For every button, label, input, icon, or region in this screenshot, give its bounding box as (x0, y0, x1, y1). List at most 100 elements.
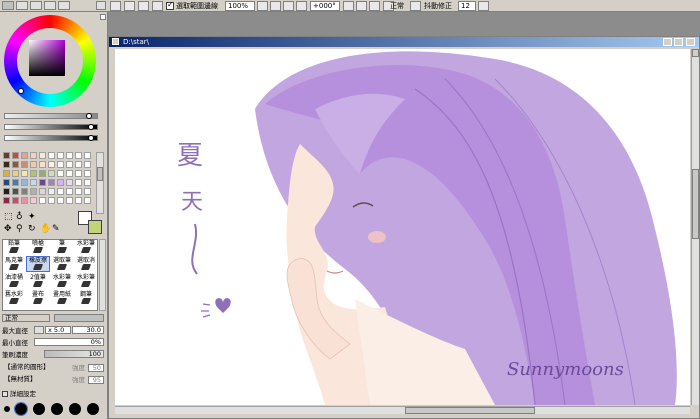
color-swatch[interactable] (48, 152, 55, 159)
undo-button[interactable] (110, 1, 121, 11)
eyedropper-icon[interactable]: ✎ (52, 224, 60, 234)
color-swatch[interactable] (84, 161, 91, 168)
horizontal-scroll-thumb[interactable] (405, 407, 535, 414)
color-swatch[interactable] (57, 179, 64, 186)
hand-icon[interactable]: ✋ (40, 224, 51, 234)
rotation-field[interactable]: +000° (310, 1, 340, 11)
color-swatch[interactable] (21, 152, 28, 159)
rotate-icon[interactable]: ↻ (28, 224, 36, 234)
detail-toggle[interactable] (2, 391, 8, 397)
color-swatch[interactable] (3, 197, 10, 204)
scratchpad-tab[interactable] (58, 1, 70, 10)
slider-1[interactable] (4, 113, 98, 119)
tool-button[interactable]: 筆 (51, 240, 73, 254)
color-swatch[interactable] (57, 170, 64, 177)
color-swatch[interactable] (84, 188, 91, 195)
tool-button[interactable]: 油漆桶 (3, 274, 25, 288)
color-swatch[interactable] (21, 161, 28, 168)
color-swatch[interactable] (3, 179, 10, 186)
mode-dropdown[interactable]: 正常 (2, 314, 50, 322)
horizontal-scrollbar[interactable] (115, 406, 690, 414)
color-swatch[interactable] (12, 170, 19, 177)
slider-3-knob[interactable] (88, 135, 94, 141)
stabilizer-field[interactable]: 12 (458, 1, 476, 11)
tool-button[interactable]: 噴槍 (27, 240, 49, 254)
tool-button[interactable]: 畫布 (27, 291, 49, 305)
canvas-title-bar[interactable]: D:\star\ (109, 37, 699, 47)
color-swatch[interactable] (3, 188, 10, 195)
artwork-canvas[interactable]: 夏 天 Sunnymoons (115, 49, 690, 405)
color-swatch[interactable] (3, 161, 10, 168)
color-swatch[interactable] (57, 188, 64, 195)
tool-button[interactable]: 舊水彩 (3, 291, 25, 305)
color-swatch[interactable] (57, 152, 64, 159)
slider-2-knob[interactable] (88, 124, 94, 130)
slider-2[interactable] (4, 124, 98, 130)
color-swatch[interactable] (12, 188, 19, 195)
shape-strength-field[interactable]: 50 (88, 364, 104, 372)
color-swatch[interactable] (66, 188, 73, 195)
tool-button[interactable]: 選取消 (75, 257, 97, 271)
color-swatch[interactable] (48, 197, 55, 204)
color-swatch[interactable] (3, 152, 10, 159)
blend-dropdown[interactable] (410, 1, 421, 11)
slider-1-knob[interactable] (86, 113, 92, 119)
wheel-option-button[interactable] (100, 14, 106, 20)
tool-button[interactable]: 畫用紙 (51, 291, 73, 305)
color-swatch[interactable] (84, 170, 91, 177)
color-swatch[interactable] (21, 188, 28, 195)
minimize-button[interactable] (663, 38, 672, 46)
zoom-field[interactable]: 100% (225, 1, 255, 11)
selection-edge-checkbox[interactable]: ✓ (166, 0, 174, 10)
color-swatch[interactable] (21, 179, 28, 186)
tool-button[interactable]: 鋼筆 (75, 291, 97, 305)
min-diameter-field[interactable]: 0% (34, 338, 104, 346)
color-swatch[interactable] (12, 152, 19, 159)
color-swatch[interactable] (75, 179, 82, 186)
tool-button[interactable]: 水彩筆 (51, 274, 73, 288)
tool-grid-scrollbar[interactable] (99, 239, 106, 311)
color-swatch[interactable] (30, 188, 37, 195)
brush-size-3[interactable] (33, 403, 45, 415)
color-swatch[interactable] (30, 152, 37, 159)
brush-size-1[interactable] (4, 406, 10, 412)
max-diameter-field[interactable]: 30.0 (72, 326, 104, 334)
max-diameter-multiplier[interactable]: x 5.0 (45, 326, 71, 334)
maximize-button[interactable] (674, 38, 683, 46)
brush-size-6[interactable] (87, 403, 99, 415)
slider-3[interactable] (4, 135, 98, 141)
brush-size-2[interactable] (14, 402, 28, 416)
rect-select-icon[interactable]: ⬚ (4, 212, 13, 222)
detail-settings-label[interactable]: 詳細設定 (10, 390, 36, 398)
color-swatch[interactable] (39, 152, 46, 159)
stabilizer-dropdown[interactable] (478, 1, 489, 11)
color-swatch[interactable] (12, 197, 19, 204)
brush-size-4[interactable] (51, 403, 63, 415)
color-swatch[interactable] (39, 179, 46, 186)
rotate-reset-button[interactable] (369, 1, 380, 11)
zoom-in-button[interactable] (283, 1, 294, 11)
zoom-icon[interactable]: ⚲ (16, 224, 23, 234)
color-swatch[interactable] (84, 179, 91, 186)
tool-button[interactable]: 鉛筆 (3, 240, 25, 254)
color-swatch[interactable] (39, 161, 46, 168)
secondary-color-box[interactable] (88, 220, 102, 234)
color-swatch[interactable] (12, 179, 19, 186)
saturation-value-square[interactable] (29, 40, 65, 76)
move-icon[interactable]: ✥ (4, 224, 12, 234)
color-swatch[interactable] (3, 170, 10, 177)
shape-dropdown[interactable]: 【通常的圓形】 (2, 364, 68, 372)
tool-button[interactable]: 2值筆 (27, 274, 49, 288)
color-swatch[interactable] (48, 188, 55, 195)
color-swatch[interactable] (30, 179, 37, 186)
color-swatch[interactable] (48, 161, 55, 168)
color-swatch[interactable] (39, 170, 46, 177)
color-swatch[interactable] (75, 161, 82, 168)
color-swatch[interactable] (12, 161, 19, 168)
vertical-scroll-thumb[interactable] (692, 169, 699, 239)
palette-scrollbar[interactable] (96, 152, 104, 214)
zoom-out-button[interactable] (270, 1, 281, 11)
rotate-left-button[interactable] (343, 1, 354, 11)
color-wheel-tab[interactable] (2, 1, 14, 10)
density-slider[interactable]: 100 (44, 350, 104, 358)
